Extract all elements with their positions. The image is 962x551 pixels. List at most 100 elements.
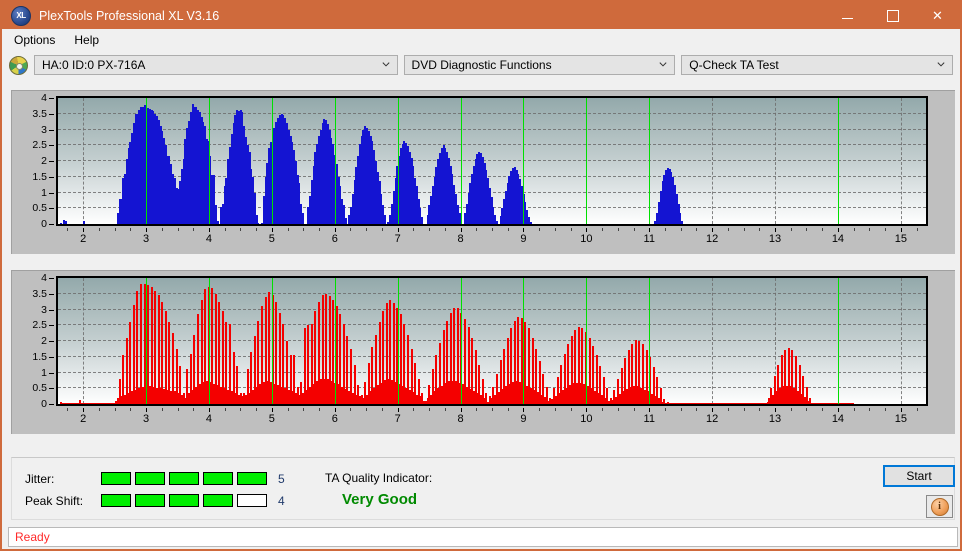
x-axis-minor-tick bbox=[162, 408, 163, 411]
chart-bar bbox=[496, 221, 498, 224]
x-axis-minor-tick bbox=[366, 228, 367, 231]
x-axis-tick bbox=[461, 228, 462, 232]
window-title: PlexTools Professional XL V3.16 bbox=[39, 9, 219, 23]
x-axis-minor-tick bbox=[728, 228, 729, 231]
x-axis-label: 4 bbox=[206, 233, 212, 245]
y-axis-label: 0.5 bbox=[32, 382, 47, 394]
x-axis-minor-tick bbox=[539, 228, 540, 231]
x-axis-tick bbox=[586, 228, 587, 232]
peak-shift-meter bbox=[101, 494, 267, 507]
x-axis-label: 5 bbox=[269, 233, 275, 245]
x-axis-tick bbox=[335, 408, 336, 412]
y-axis-label: 2 bbox=[41, 155, 47, 167]
function-select[interactable]: DVD Diagnostic Functions bbox=[404, 55, 676, 75]
y-axis-label: 1.5 bbox=[32, 171, 47, 183]
y-axis-label: 3 bbox=[41, 304, 47, 316]
x-axis-tick bbox=[712, 228, 713, 232]
x-axis-top: 23456789101112131415 bbox=[56, 228, 928, 248]
x-axis-minor-tick bbox=[665, 228, 666, 231]
minimize-button[interactable] bbox=[825, 2, 870, 29]
maximize-icon bbox=[887, 10, 899, 22]
chart-bar bbox=[217, 221, 219, 224]
menu-item-options[interactable]: Options bbox=[8, 31, 64, 49]
maximize-button[interactable] bbox=[870, 2, 915, 29]
x-axis-tick bbox=[775, 228, 776, 232]
info-icon: i bbox=[931, 498, 949, 516]
close-button[interactable]: ✕ bbox=[915, 2, 960, 29]
grid-line bbox=[901, 278, 902, 404]
x-axis-tick bbox=[712, 408, 713, 412]
x-axis-minor-tick bbox=[665, 408, 666, 411]
x-axis-tick bbox=[649, 408, 650, 412]
grid-line bbox=[775, 98, 776, 224]
sector-marker bbox=[146, 278, 147, 404]
x-axis-minor-tick bbox=[602, 408, 603, 411]
y-axis-tick bbox=[49, 278, 54, 279]
x-axis-tick bbox=[586, 408, 587, 412]
chart-bar bbox=[421, 217, 423, 224]
y-axis-tick bbox=[49, 145, 54, 146]
info-button[interactable]: i bbox=[926, 495, 953, 518]
meter-cell bbox=[101, 472, 131, 485]
chart-bar bbox=[257, 223, 259, 224]
y-axis-label: 0.5 bbox=[32, 202, 47, 214]
x-axis-minor-tick bbox=[382, 228, 383, 231]
x-axis-minor-tick bbox=[822, 408, 823, 411]
x-axis-label: 2 bbox=[80, 233, 86, 245]
x-axis-tick bbox=[901, 228, 902, 232]
x-axis-minor-tick bbox=[492, 408, 493, 411]
x-axis-label: 6 bbox=[332, 413, 338, 425]
jitter-label: Jitter: bbox=[25, 472, 54, 486]
x-axis-minor-tick bbox=[350, 408, 351, 411]
window-controls: ✕ bbox=[825, 2, 960, 29]
x-axis-minor-tick bbox=[115, 228, 116, 231]
y-axis-tick bbox=[49, 404, 54, 405]
status-bar: Ready bbox=[8, 527, 958, 547]
x-axis-minor-tick bbox=[67, 228, 68, 231]
x-axis-minor-tick bbox=[225, 228, 226, 231]
jitter-value: 5 bbox=[278, 472, 285, 486]
x-axis-tick bbox=[838, 408, 839, 412]
x-axis-minor-tick bbox=[634, 408, 635, 411]
sector-marker bbox=[398, 278, 399, 404]
drive-select-value: HA:0 ID:0 PX-716A bbox=[42, 58, 145, 72]
menu-item-help[interactable]: Help bbox=[68, 31, 108, 49]
grid-line bbox=[901, 98, 902, 224]
test-select[interactable]: Q-Check TA Test bbox=[681, 55, 953, 75]
x-axis-minor-tick bbox=[696, 408, 697, 411]
x-axis-minor-tick bbox=[382, 408, 383, 411]
grid-line bbox=[58, 293, 926, 294]
x-axis-minor-tick bbox=[744, 228, 745, 231]
meter-cell bbox=[237, 494, 267, 507]
x-axis-tick bbox=[838, 228, 839, 232]
sector-marker bbox=[209, 98, 210, 224]
grid-line bbox=[83, 98, 84, 224]
grid-line bbox=[58, 309, 926, 310]
x-axis-minor-tick bbox=[618, 228, 619, 231]
x-axis-minor-tick bbox=[917, 408, 918, 411]
x-axis-label: 9 bbox=[520, 413, 526, 425]
grid-line bbox=[58, 340, 926, 341]
x-axis-minor-tick bbox=[885, 228, 886, 231]
x-axis-label: 15 bbox=[895, 233, 907, 245]
sector-marker bbox=[272, 278, 273, 404]
x-axis-minor-tick bbox=[728, 408, 729, 411]
x-axis-minor-tick bbox=[806, 228, 807, 231]
close-icon: ✕ bbox=[932, 9, 943, 22]
x-axis-label: 8 bbox=[457, 413, 463, 425]
x-axis-tick bbox=[83, 228, 84, 232]
x-axis-minor-tick bbox=[759, 408, 760, 411]
x-axis-label: 12 bbox=[706, 233, 718, 245]
x-axis-minor-tick bbox=[822, 228, 823, 231]
x-axis-minor-tick bbox=[869, 228, 870, 231]
start-button[interactable]: Start bbox=[883, 465, 955, 487]
y-axis-tick bbox=[49, 177, 54, 178]
chart-bar bbox=[136, 291, 138, 404]
x-axis-minor-tick bbox=[413, 228, 414, 231]
drive-select[interactable]: HA:0 ID:0 PX-716A bbox=[34, 55, 398, 75]
x-axis-minor-tick bbox=[67, 408, 68, 411]
x-axis-tick bbox=[335, 228, 336, 232]
x-axis-label: 10 bbox=[580, 413, 592, 425]
sector-marker bbox=[398, 98, 399, 224]
x-axis-label: 11 bbox=[644, 233, 655, 245]
